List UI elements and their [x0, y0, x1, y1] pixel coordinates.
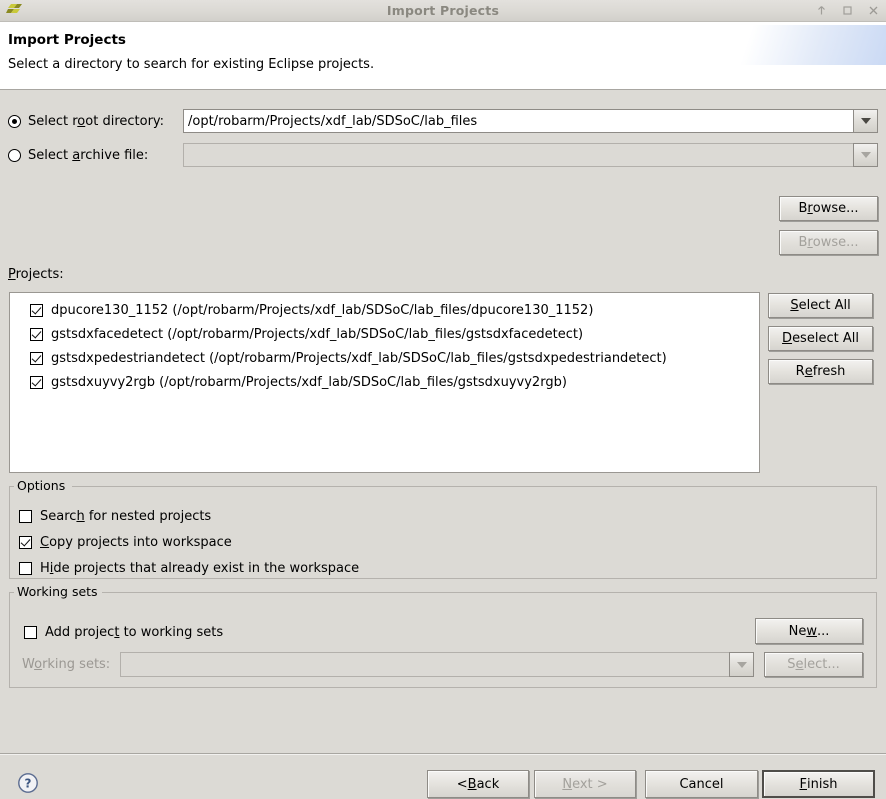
import-projects-dialog: Import Projects Import Projects Select a…	[0, 0, 886, 798]
select-working-set-button[interactable]: Se lect...	[764, 652, 863, 677]
option-label: Hide projects that already exist in the …	[40, 560, 360, 576]
radio-select-root-directory[interactable]	[8, 114, 21, 128]
list-item[interactable]: gstsdxuyvy2rgb (/opt/robarm/Projects/xdf…	[10, 370, 759, 394]
select-all-button[interactable]: Select All	[768, 293, 873, 318]
maximize-icon[interactable]	[841, 4, 854, 17]
root-directory-combo[interactable]: /opt/robarm/Projects/xdf_lab/SDSoC/lab_f…	[183, 109, 878, 133]
eclipse-import-icon	[6, 4, 22, 17]
archive-file-row: Select archive file:	[8, 143, 878, 167]
list-item[interactable]: dpucore130_1152 (/opt/robarm/Projects/xd…	[10, 298, 759, 322]
working-sets-combo-label: Working sets:	[22, 657, 111, 672]
chevron-down-icon[interactable]	[853, 109, 878, 133]
cancel-button[interactable]: Cancel	[645, 770, 758, 798]
list-item[interactable]: gstsdxpedestriandetect (/opt/robarm/Proj…	[10, 346, 759, 370]
page-title: Import Projects	[8, 32, 126, 48]
option-label: Copy projects into workspace	[40, 534, 232, 550]
option-search-nested-projects[interactable]: Search for nested projects	[19, 506, 211, 526]
window-title: Import Projects	[386, 3, 500, 18]
back-button[interactable]: < Back	[427, 770, 529, 798]
project-checkbox[interactable]	[30, 375, 43, 389]
project-checkbox[interactable]	[30, 351, 43, 365]
root-directory-row: Select root directory: /opt/robarm/Proje…	[8, 109, 878, 133]
project-label: gstsdxfacedetect (/opt/robarm/Projects/x…	[51, 326, 584, 342]
option-checkbox[interactable]	[19, 509, 32, 523]
chevron-down-icon[interactable]	[853, 143, 878, 167]
window-controls	[815, 0, 880, 21]
root-directory-input[interactable]: /opt/robarm/Projects/xdf_lab/SDSoC/lab_f…	[183, 109, 853, 133]
projects-label: Projects:	[8, 267, 64, 282]
option-checkbox[interactable]	[19, 535, 32, 549]
archive-file-input[interactable]	[183, 143, 853, 167]
projects-list[interactable]: dpucore130_1152 (/opt/robarm/Projects/xd…	[9, 292, 760, 473]
browse-archive-file-button[interactable]: Br owse...	[779, 230, 878, 255]
option-hide-existing-projects[interactable]: Hide projects that already exist in the …	[19, 558, 359, 578]
options-group: Options Search for nested projects Copy …	[9, 478, 877, 579]
footer-separator-highlight	[0, 754, 886, 755]
root-directory-label: Select root directory:	[28, 113, 165, 129]
working-sets-combo[interactable]	[120, 652, 754, 677]
add-project-to-working-sets-row[interactable]: Add project to working sets	[24, 622, 223, 642]
header-decoration	[686, 25, 886, 65]
working-sets-group-title: Working sets	[14, 584, 101, 599]
browse-root-directory-button[interactable]: Br owse...	[779, 196, 878, 221]
option-copy-projects-into-workspace[interactable]: Copy projects into workspace	[19, 532, 232, 552]
project-checkbox[interactable]	[30, 303, 43, 317]
add-project-label: Add project to working sets	[45, 624, 224, 640]
refresh-button[interactable]: Re fresh	[768, 359, 873, 384]
dialog-body: Select root directory: /opt/robarm/Proje…	[0, 90, 886, 798]
archive-file-combo[interactable]	[183, 143, 878, 167]
working-sets-group: Working sets Add project to working sets…	[9, 584, 877, 688]
finish-button[interactable]: Finish	[762, 770, 875, 798]
project-checkbox[interactable]	[30, 327, 43, 341]
list-item[interactable]: gstsdxfacedetect (/opt/robarm/Projects/x…	[10, 322, 759, 346]
close-icon[interactable]	[867, 4, 880, 17]
options-group-title: Options	[14, 478, 69, 493]
option-label: Search for nested projects	[40, 508, 212, 524]
option-checkbox[interactable]	[19, 561, 32, 575]
deselect-all-button[interactable]: Deselect All	[768, 326, 873, 351]
radio-select-archive-file[interactable]	[8, 148, 21, 162]
minimize-icon[interactable]	[815, 4, 828, 17]
help-icon[interactable]: ?	[16, 771, 40, 795]
add-project-checkbox[interactable]	[24, 625, 37, 639]
working-sets-input[interactable]	[120, 652, 729, 677]
project-label: gstsdxpedestriandetect (/opt/robarm/Proj…	[51, 350, 667, 366]
project-label: gstsdxuyvy2rgb (/opt/robarm/Projects/xdf…	[51, 374, 567, 390]
archive-file-label: Select archive file:	[28, 147, 149, 163]
wizard-header: Import Projects Select a directory to se…	[0, 22, 886, 90]
page-description: Select a directory to search for existin…	[8, 57, 375, 72]
title-bar: Import Projects	[0, 0, 886, 22]
project-label: dpucore130_1152 (/opt/robarm/Projects/xd…	[51, 302, 594, 318]
chevron-down-icon[interactable]	[729, 652, 754, 677]
svg-text:?: ?	[25, 777, 32, 791]
next-button[interactable]: Next >	[534, 770, 636, 798]
new-working-set-button[interactable]: Ne w...	[755, 618, 863, 644]
